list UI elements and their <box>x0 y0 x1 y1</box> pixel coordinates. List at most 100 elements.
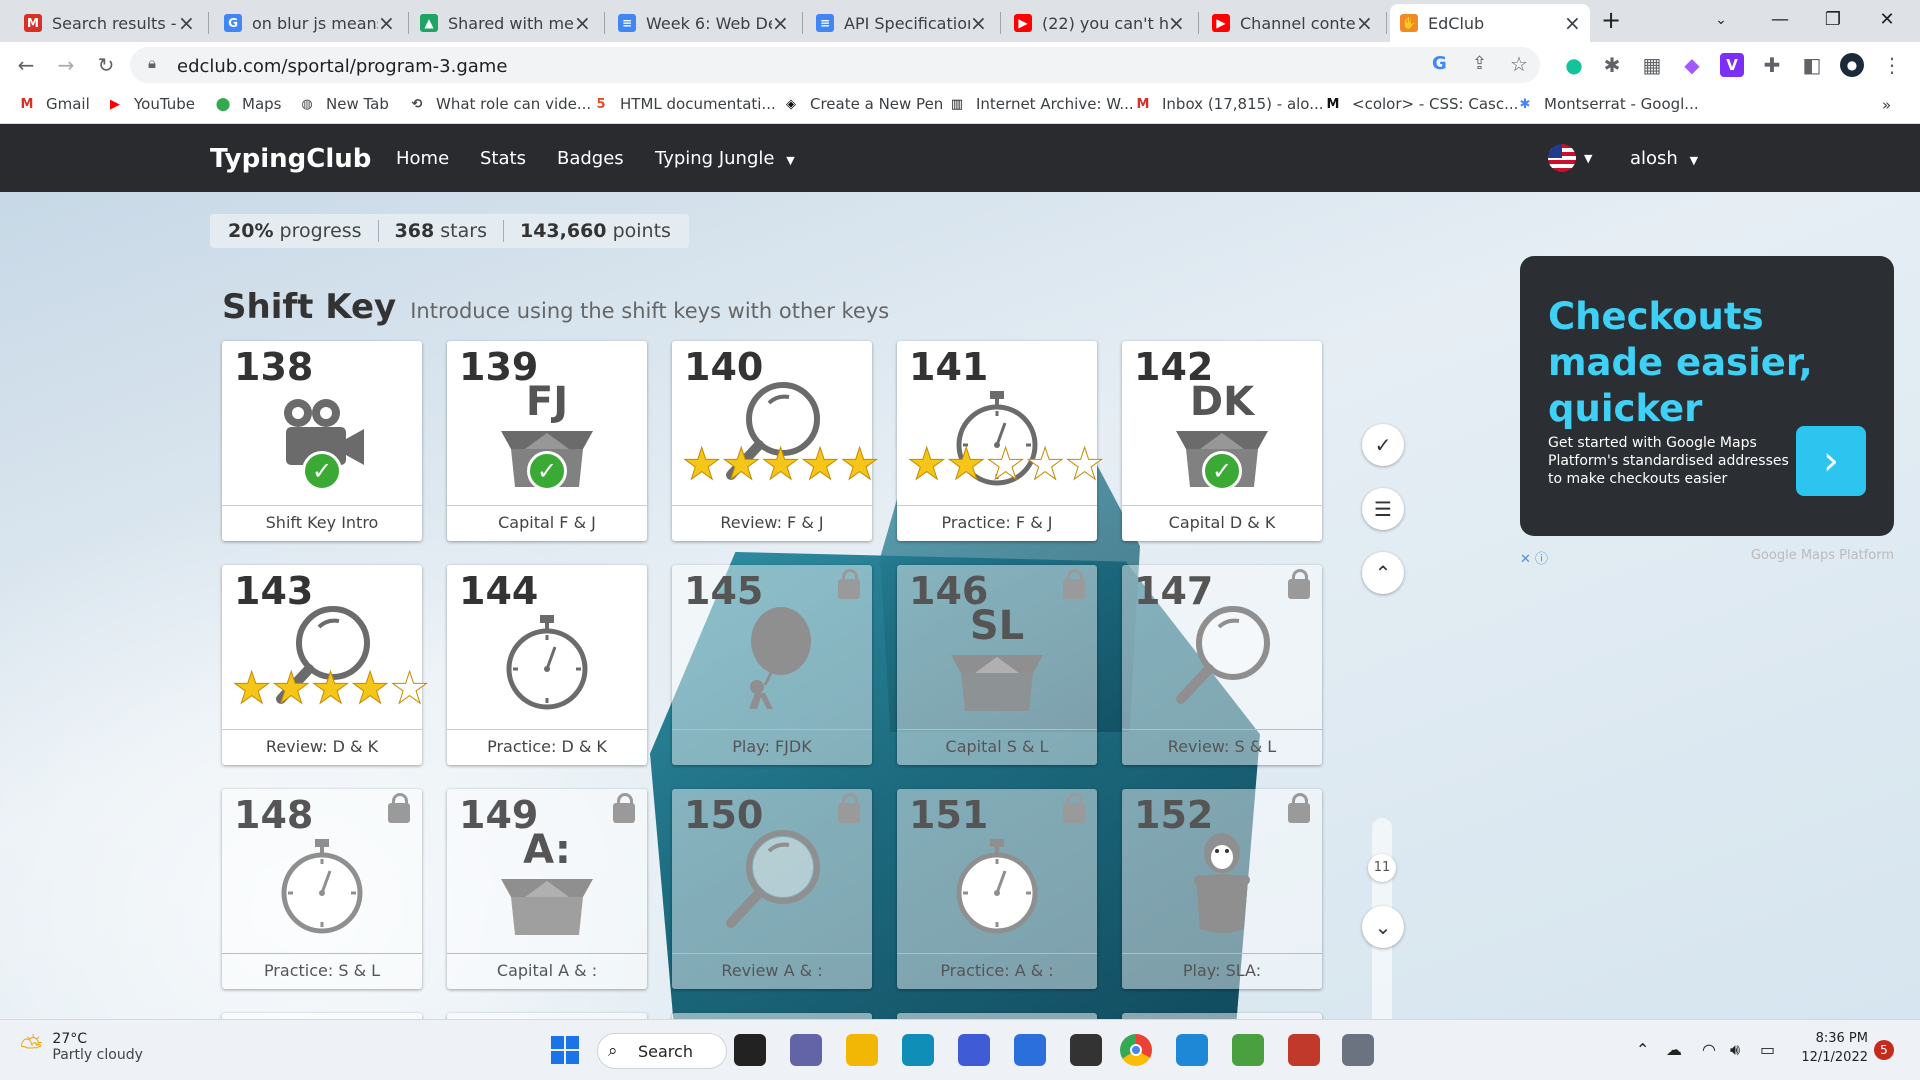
menu-icon[interactable]: ☰ <box>1362 488 1404 530</box>
store-icon[interactable] <box>1014 1034 1046 1066</box>
lesson-card[interactable]: 151 Practice: A & : <box>897 789 1097 989</box>
typingclub-logo[interactable]: TypingClub <box>210 144 371 174</box>
edge-icon[interactable] <box>902 1034 934 1066</box>
close-tab-icon[interactable]: × <box>1564 13 1581 33</box>
windows-start-icon[interactable] <box>549 1034 581 1066</box>
browser-tab[interactable]: ▲ Shared with me - × <box>410 4 600 42</box>
page-indicator[interactable]: 11 <box>1368 854 1396 882</box>
volume-icon[interactable]: 🔊︎ <box>1730 1040 1740 1060</box>
side-panel-icon[interactable]: ◧ <box>1800 53 1824 77</box>
chevron-up-icon[interactable]: ⌃ <box>1636 1040 1649 1059</box>
bookmark-item[interactable]: M <color> - CSS: Casc... <box>1324 95 1519 113</box>
lesson-card[interactable]: 144 Practice: D & K <box>447 565 647 765</box>
teams-icon[interactable] <box>790 1034 822 1066</box>
close-tab-icon[interactable]: × <box>772 13 789 33</box>
close-tab-icon[interactable]: × <box>378 13 395 33</box>
lesson-card[interactable]: 142 DK ✓ Capital D & K <box>1122 341 1322 541</box>
taskbar-search[interactable]: ⌕ Search <box>597 1033 727 1069</box>
extension-bug-icon[interactable]: ✱ <box>1600 53 1624 77</box>
back-icon[interactable]: ← <box>14 53 38 77</box>
ad-info-icon[interactable]: ⓘ <box>1535 552 1548 567</box>
browser-tab[interactable]: ≡ API Specification × <box>806 4 996 42</box>
browser-tab[interactable]: ✋ EdClub × <box>1390 4 1590 42</box>
nav-typing-jungle[interactable]: Typing Jungle ▼ <box>655 148 795 169</box>
onedrive-icon[interactable]: ☁ <box>1666 1040 1682 1059</box>
recorder-icon[interactable] <box>1288 1034 1320 1066</box>
close-tab-icon[interactable]: × <box>574 13 591 33</box>
ad-close-icon[interactable]: ✕ <box>1520 552 1531 567</box>
battery-icon[interactable]: ▭ <box>1760 1040 1775 1059</box>
forward-icon[interactable]: → <box>54 53 78 77</box>
wifi-icon[interactable]: ◠ <box>1702 1040 1716 1059</box>
language-selector[interactable]: ▼ <box>1548 144 1592 172</box>
bookmark-item[interactable]: ▶ YouTube <box>106 95 195 113</box>
bookmark-item[interactable]: 5 HTML documentati... <box>592 95 775 113</box>
bookmark-item[interactable]: ⬤ Maps <box>214 95 282 113</box>
bookmark-item[interactable]: ◍ New Tab <box>298 95 389 113</box>
bookmark-item[interactable]: ⟲ What role can vide... <box>408 95 592 113</box>
extension-grid-icon[interactable]: ▦ <box>1640 53 1664 77</box>
extension-purple-icon[interactable]: ◆ <box>1680 53 1704 77</box>
lesson-card[interactable]: 143 ★ ★ ★ ★ ★ Review: D & K <box>222 565 430 765</box>
user-menu[interactable]: alosh ▼ <box>1630 148 1698 169</box>
lesson-card[interactable]: 152 Play: SLA: <box>1122 789 1322 989</box>
close-window-icon[interactable]: ✕ <box>1862 0 1912 40</box>
bookmark-item[interactable]: ◈ Create a New Pen <box>782 95 943 113</box>
notification-badge[interactable]: 5 <box>1874 1040 1894 1060</box>
bookmark-star-icon[interactable]: ☆ <box>1510 52 1528 76</box>
clock[interactable]: 8:36 PM 12/1/2022 <box>1798 1031 1868 1065</box>
ad-banner[interactable]: Checkouts made easier, quicker Get start… <box>1520 256 1894 536</box>
bookmark-item[interactable]: ▥ Internet Archive: W... <box>948 95 1134 113</box>
minimize-icon[interactable]: — <box>1755 0 1805 40</box>
bookmark-item[interactable]: M Gmail <box>18 95 90 113</box>
lesson-card[interactable]: 146 SL Capital S & L <box>897 565 1097 765</box>
nav-home[interactable]: Home <box>396 148 449 169</box>
address-bar[interactable]: 🔒︎ edclub.com/sportal/program-3.game G ⇪… <box>130 47 1540 83</box>
scroll-up-icon[interactable]: ⌃ <box>1362 552 1404 594</box>
ad-arrow-button[interactable]: › <box>1796 426 1866 496</box>
bookmark-item[interactable]: M Inbox (17,815) - alo... <box>1134 95 1324 113</box>
browser-tab[interactable]: ▶ Channel content× <box>1202 4 1382 42</box>
url-text[interactable]: edclub.com/sportal/program-3.game <box>177 56 507 77</box>
unity-icon[interactable] <box>1070 1034 1102 1066</box>
bookmark-item[interactable]: ✱ Montserrat - Googl... <box>1516 95 1699 113</box>
lesson-card[interactable]: 148 Practice: S & L <box>222 789 422 989</box>
settings-icon[interactable] <box>1342 1034 1374 1066</box>
folder-icon[interactable] <box>846 1034 878 1066</box>
new-tab-button[interactable]: + <box>1586 0 1636 40</box>
vpn-icon[interactable] <box>958 1034 990 1066</box>
close-tab-icon[interactable]: × <box>1356 13 1373 33</box>
browser-tab[interactable]: ≡ Week 6: Web Dev× <box>608 4 798 42</box>
tab-search-icon[interactable]: ⌄ <box>1696 0 1746 40</box>
lesson-card[interactable]: 139 FJ ✓ Capital F & J <box>447 341 647 541</box>
scroll-down-icon[interactable]: ⌄ <box>1362 906 1404 948</box>
lesson-card[interactable]: 150 Review A & : <box>672 789 872 989</box>
nav-stats[interactable]: Stats <box>480 148 526 169</box>
reload-icon[interactable]: ↻ <box>94 53 118 77</box>
grammarly-icon[interactable]: ● <box>1562 53 1586 77</box>
chrome-menu-icon[interactable]: ⋮ <box>1880 53 1904 77</box>
restore-icon[interactable]: ❐ <box>1808 0 1858 40</box>
nav-badges[interactable]: Badges <box>557 148 624 169</box>
lesson-card[interactable]: 149 A: Capital A & : <box>447 789 647 989</box>
vscode-icon[interactable] <box>1176 1034 1208 1066</box>
more-bookmarks-icon[interactable]: » <box>1882 96 1891 114</box>
browser-tab[interactable]: Gon blur js means × <box>214 4 404 42</box>
close-tab-icon[interactable]: × <box>1168 13 1185 33</box>
file-manager-icon[interactable] <box>734 1034 766 1066</box>
profile-avatar[interactable]: ● <box>1840 53 1864 77</box>
chrome-icon[interactable] <box>1120 1034 1152 1066</box>
close-tab-icon[interactable]: × <box>970 13 987 33</box>
weather-widget[interactable]: ⛅︎ 27°C Partly cloudy <box>20 1030 143 1064</box>
mongodb-icon[interactable] <box>1232 1034 1264 1066</box>
browser-tab[interactable]: M Search results - al× <box>14 4 204 42</box>
lesson-card[interactable]: 147 Review: S & L <box>1122 565 1322 765</box>
lesson-card[interactable]: 138 ✓ Shift Key Intro <box>222 341 422 541</box>
extensions-puzzle-icon[interactable]: ✚ <box>1760 53 1784 77</box>
lesson-card[interactable]: 141 ★ ★ ★ ★ ★ Practice: F & J <box>897 341 1105 541</box>
browser-tab[interactable]: ▶ (22) you can't hur× <box>1004 4 1194 42</box>
completed-filter-icon[interactable]: ✓ <box>1362 424 1404 466</box>
google-lens-icon[interactable]: G <box>1432 53 1447 74</box>
close-tab-icon[interactable]: × <box>178 13 195 33</box>
lesson-card[interactable]: 140 ★ ★ ★ ★ ★ Review: F & J <box>672 341 880 541</box>
